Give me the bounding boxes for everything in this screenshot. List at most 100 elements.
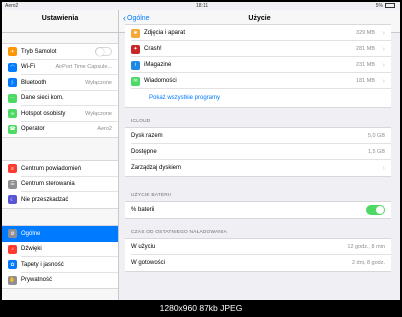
sidebar-header-divider bbox=[2, 32, 118, 33]
since-charge-list: W użyciu 12 godz., 8 min W gotowości 2 dni,… bbox=[125, 238, 391, 272]
sidebar-item-label: Bluetooth bbox=[21, 79, 47, 86]
battery-section-header: UŻYCIE BATERII bbox=[131, 193, 172, 198]
image-caption: 1280x960 87kb JPEG bbox=[159, 303, 243, 313]
sidebar-item-bluetooth[interactable]: ᛒ Bluetooth Wyłączone bbox=[2, 75, 118, 91]
status-bar: Aero2 18:11 5% bbox=[2, 2, 400, 10]
sidebar-item-label: Operator bbox=[21, 126, 45, 133]
app-name: Zdjęcia i aparat bbox=[144, 30, 186, 36]
sidebar-item-dane-sieci-kom[interactable]: ⋯ Dane sieci kom. bbox=[2, 91, 118, 106]
crash-app-icon: ✦ bbox=[131, 44, 140, 54]
sidebar-item-ogolne[interactable]: ⚙ Ogólne bbox=[2, 226, 118, 242]
control-center-icon: ☰ bbox=[8, 179, 17, 189]
sidebar-group-general: ⚙ Ogólne ♪ Dźwięki ✿ Tapety i jasność ✋ Prywatn… bbox=[2, 225, 118, 289]
wifi-icon: ◠ bbox=[8, 62, 17, 72]
cellular-icon: ⋯ bbox=[8, 93, 17, 103]
photos-icon: ❀ bbox=[131, 28, 140, 38]
icloud-row-zarzadzaj-dyskiem[interactable]: Zarządzaj dyskiem › bbox=[125, 160, 391, 176]
usage-time-value: 12 godz., 8 min bbox=[347, 244, 385, 250]
sidebar-item-label: Ogólne bbox=[21, 230, 41, 237]
carrier-label: Aero2 bbox=[5, 3, 19, 9]
icloud-row-dysk-razem: Dysk razem 5,0 GB bbox=[125, 128, 391, 144]
app-name: iMagazine bbox=[144, 62, 172, 68]
app-name: Wiadomości bbox=[144, 78, 177, 84]
imagazine-icon: i bbox=[131, 60, 140, 70]
page-title: Użycie bbox=[248, 15, 271, 22]
show-all-apps-link[interactable]: Pokaż wszystkie programy bbox=[125, 89, 391, 107]
sidebar-group-connectivity: ✈ Tryb Samolot ◠ Wi-Fi AirPort Time Capsule.… bbox=[2, 43, 118, 138]
app-size: 329 MB bbox=[356, 30, 375, 36]
wallpaper-icon: ✿ bbox=[8, 260, 17, 270]
sidebar-item-value: Wyłączone bbox=[85, 79, 112, 86]
sidebar-item-label: Dane sieci kom. bbox=[21, 95, 64, 102]
sidebar-item-label: Wi-Fi bbox=[21, 64, 35, 71]
sidebar-item-nie-przeszkadzac[interactable]: ☾ Nie przeszkadzać bbox=[2, 192, 118, 208]
icloud-storage-list: Dysk razem 5,0 GB Dostępne 1,5 GB Zarządzaj … bbox=[125, 127, 391, 177]
phone-icon: ☎ bbox=[8, 124, 17, 134]
app-storage-row[interactable]: ✉ Wiadomości 181 MB › bbox=[125, 73, 391, 89]
battery-percent: 5% bbox=[375, 3, 383, 9]
battery-percent-card: % baterii bbox=[125, 201, 391, 219]
icloud-row-label: Dysk razem bbox=[131, 133, 163, 139]
app-storage-row[interactable]: ✦ Crash! 281 MB › bbox=[125, 41, 391, 57]
sidebar-item-tapety-i-jasnosc[interactable]: ✿ Tapety i jasność bbox=[2, 257, 118, 273]
icloud-row-value: 5,0 GB bbox=[367, 133, 385, 139]
gear-icon: ⚙ bbox=[8, 229, 17, 239]
sidebar-item-tryb-samolot[interactable]: ✈ Tryb Samolot bbox=[2, 44, 118, 60]
sidebar-item-label: Nie przeszkadzać bbox=[21, 196, 69, 203]
sidebar-item-label: Hotspot osobisty bbox=[21, 110, 66, 117]
sidebar-item-label: Tapety i jasność bbox=[21, 261, 64, 268]
icloud-row-dostepne: Dostępne 1,5 GB bbox=[125, 144, 391, 160]
show-all-apps-label: Pokaż wszystkie programy bbox=[149, 95, 221, 101]
battery-percentage-toggle[interactable] bbox=[366, 205, 385, 215]
hotspot-icon: ∞ bbox=[8, 109, 17, 119]
sidebar-item-prywatnosc[interactable]: ✋ Prywatność bbox=[2, 273, 118, 289]
sidebar-item-value: AirPort Time Capsule... bbox=[55, 64, 112, 71]
sidebar-item-dzwieki[interactable]: ♪ Dźwięki bbox=[2, 242, 118, 257]
clock: 18:11 bbox=[196, 3, 209, 9]
messages-icon: ✉ bbox=[131, 76, 140, 86]
airplane-icon: ✈ bbox=[8, 47, 17, 57]
usage-time-row: W użyciu 12 godz., 8 min bbox=[125, 239, 391, 255]
sidebar-item-centrum-sterowania[interactable]: ☰ Centrum sterowania bbox=[2, 177, 118, 192]
since-charge-section-header: CZAS OD OSTATNIEGO NAŁADOWANIA bbox=[131, 230, 227, 235]
usage-time-label: W użyciu bbox=[131, 244, 156, 250]
sidebar-group-notifications: ≡ Centrum powiadomień ☰ Centrum sterowania ☾… bbox=[2, 160, 118, 209]
app-size: 181 MB bbox=[356, 78, 375, 84]
sidebar-title: Ustawienia bbox=[41, 15, 79, 22]
sidebar-item-operator[interactable]: ☎ Operator Aero2 bbox=[2, 122, 118, 138]
storage-apps-list: ❀ Zdjęcia i aparat 329 MB › ✦ Crash! 281 MB › i i… bbox=[125, 24, 391, 108]
privacy-icon: ✋ bbox=[8, 275, 17, 285]
ipad-screen: Aero2 18:11 5% Ustawienia ✈ Tryb Samolot ◠… bbox=[2, 2, 400, 300]
bluetooth-icon: ᛒ bbox=[8, 78, 17, 88]
icloud-row-label: Dostępne bbox=[131, 149, 157, 155]
notifications-icon: ≡ bbox=[8, 164, 17, 174]
icloud-row-label: Zarządzaj dyskiem bbox=[131, 165, 182, 171]
usage-time-value: 2 dni, 8 godz. bbox=[351, 260, 385, 266]
app-name: Crash! bbox=[144, 46, 162, 52]
airplane-mode-toggle[interactable] bbox=[95, 47, 112, 56]
sidebar-item-value: Aero2 bbox=[97, 126, 112, 133]
app-size: 231 MB bbox=[356, 62, 375, 68]
sidebar-item-label: Centrum powiadomień bbox=[21, 165, 82, 172]
sidebar-item-centrum-powiadomien[interactable]: ≡ Centrum powiadomień bbox=[2, 161, 118, 177]
chevron-right-icon: › bbox=[382, 61, 385, 69]
battery-percentage-row: % baterii bbox=[125, 202, 391, 218]
battery-icon bbox=[385, 3, 395, 9]
sidebar-item-label: Tryb Samolot bbox=[21, 48, 57, 55]
battery-percentage-label: % baterii bbox=[131, 207, 155, 213]
sidebar-item-wi-fi[interactable]: ◠ Wi-Fi AirPort Time Capsule... bbox=[2, 60, 118, 75]
usage-panel: ‹ Ogólne Użycie ❀ Zdjęcia i aparat 329 MB ›… bbox=[119, 10, 400, 300]
usage-time-row: W gotowości 2 dni, 8 godz. bbox=[125, 255, 391, 271]
chevron-right-icon: › bbox=[382, 45, 385, 53]
icloud-row-value: 1,5 GB bbox=[367, 149, 385, 155]
chevron-right-icon: › bbox=[382, 77, 385, 85]
sidebar-item-label: Centrum sterowania bbox=[21, 181, 75, 188]
icloud-section-header: ICLOUD bbox=[131, 119, 151, 124]
usage-time-label: W gotowości bbox=[131, 260, 166, 266]
sidebar-item-hotspot-osobisty[interactable]: ∞ Hotspot osobisty Wyłączone bbox=[2, 106, 118, 122]
chevron-right-icon: › bbox=[382, 164, 385, 172]
app-storage-row[interactable]: i iMagazine 231 MB › bbox=[125, 57, 391, 73]
sidebar-item-label: Prywatność bbox=[21, 277, 53, 284]
battery-indicator: 5% bbox=[376, 3, 395, 9]
app-storage-row[interactable]: ❀ Zdjęcia i aparat 329 MB › bbox=[125, 25, 391, 41]
